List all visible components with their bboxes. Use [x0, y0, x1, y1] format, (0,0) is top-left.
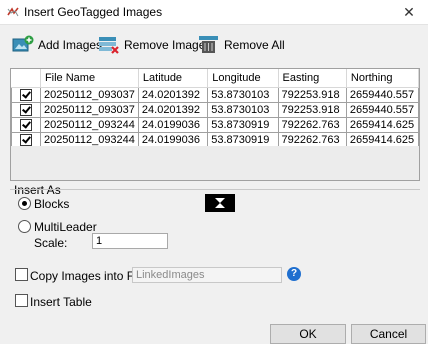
- blocks-label[interactable]: Blocks: [34, 197, 69, 211]
- row-checkbox[interactable]: [19, 89, 32, 102]
- cell-longitude: 53.8730103: [207, 87, 279, 103]
- cell-easting: 792253.918: [278, 102, 347, 118]
- table-header-row: File Name Latitude Longitude Easting Nor…: [11, 69, 420, 88]
- app-logo-icon: [7, 7, 19, 17]
- add-images-button[interactable]: Add Images: [12, 34, 102, 56]
- row-checkbox-cell[interactable]: [11, 102, 41, 118]
- cell-latitude: 24.0201392: [138, 102, 209, 118]
- cancel-button[interactable]: Cancel: [351, 324, 426, 344]
- row-checkbox[interactable]: [19, 104, 32, 117]
- table-row[interactable]: 20250112_093244 24.0199036 53.8730919 79…: [11, 117, 420, 133]
- cell-northing: 2659440.557: [346, 87, 420, 103]
- cell-file-name: 20250112_093037: [40, 102, 139, 118]
- column-header-longitude[interactable]: Longitude: [207, 69, 279, 88]
- cell-easting: 792262.763: [278, 117, 347, 133]
- images-table: File Name Latitude Longitude Easting Nor…: [11, 69, 420, 148]
- cell-file-name: 20250112_093244: [40, 117, 139, 133]
- add-image-icon: [12, 35, 34, 52]
- trash-list-icon: [199, 36, 218, 53]
- title-bar: Insert GeoTagged Images ✕: [0, 0, 428, 25]
- cell-file-name: 20250112_093037: [40, 87, 139, 103]
- column-header-file-name[interactable]: File Name: [40, 69, 139, 88]
- scale-label: Scale:: [34, 236, 68, 250]
- column-header-latitude[interactable]: Latitude: [138, 69, 209, 88]
- group-divider: [10, 189, 420, 190]
- multileader-radio[interactable]: [18, 220, 31, 233]
- remove-all-label: Remove All: [224, 38, 285, 52]
- grid-empty-area: [11, 146, 419, 180]
- hourglass-icon: [215, 198, 225, 208]
- insert-as-group-label: Insert As: [14, 183, 61, 197]
- scale-input[interactable]: 1: [92, 233, 168, 249]
- cell-longitude: 53.8730103: [207, 102, 279, 118]
- column-header-easting[interactable]: Easting: [278, 69, 347, 88]
- table-row[interactable]: 20250112_093037 24.0201392 53.8730103 79…: [11, 87, 420, 103]
- folder-name-input[interactable]: LinkedImages: [132, 267, 282, 283]
- remove-image-icon: [99, 37, 119, 54]
- copy-images-checkbox[interactable]: [15, 268, 28, 281]
- ok-button[interactable]: OK: [270, 324, 346, 344]
- add-images-label: Add Images: [38, 38, 103, 52]
- insert-table-checkbox[interactable]: [15, 294, 28, 307]
- help-icon[interactable]: ?: [287, 267, 301, 281]
- blocks-radio[interactable]: [18, 197, 31, 210]
- row-checkbox-cell[interactable]: [11, 87, 41, 103]
- cell-longitude: 53.8730919: [207, 117, 279, 133]
- remove-image-button[interactable]: Remove Image: [98, 34, 205, 56]
- row-checkbox[interactable]: [19, 134, 32, 147]
- cell-northing: 2659414.625: [346, 117, 420, 133]
- cell-northing: 2659440.557: [346, 102, 420, 118]
- insert-table-label[interactable]: Insert Table: [30, 295, 92, 309]
- remove-image-label: Remove Image: [124, 38, 206, 52]
- window-title: Insert GeoTagged Images: [24, 5, 163, 19]
- cell-latitude: 24.0199036: [138, 117, 209, 133]
- row-checkbox[interactable]: [19, 119, 32, 132]
- close-button[interactable]: ✕: [396, 2, 422, 22]
- table-row[interactable]: 20250112_093037 24.0201392 53.8730103 79…: [11, 102, 420, 118]
- column-header-northing[interactable]: Northing: [346, 69, 420, 88]
- cell-easting: 792253.918: [278, 87, 347, 103]
- header-checkbox-column: [11, 69, 41, 88]
- row-checkbox-cell[interactable]: [11, 117, 41, 133]
- remove-all-button[interactable]: Remove All: [198, 34, 285, 56]
- block-preview: [205, 194, 235, 212]
- multileader-label[interactable]: MultiLeader: [34, 220, 97, 234]
- images-grid[interactable]: File Name Latitude Longitude Easting Nor…: [10, 68, 420, 181]
- cell-latitude: 24.0201392: [138, 87, 209, 103]
